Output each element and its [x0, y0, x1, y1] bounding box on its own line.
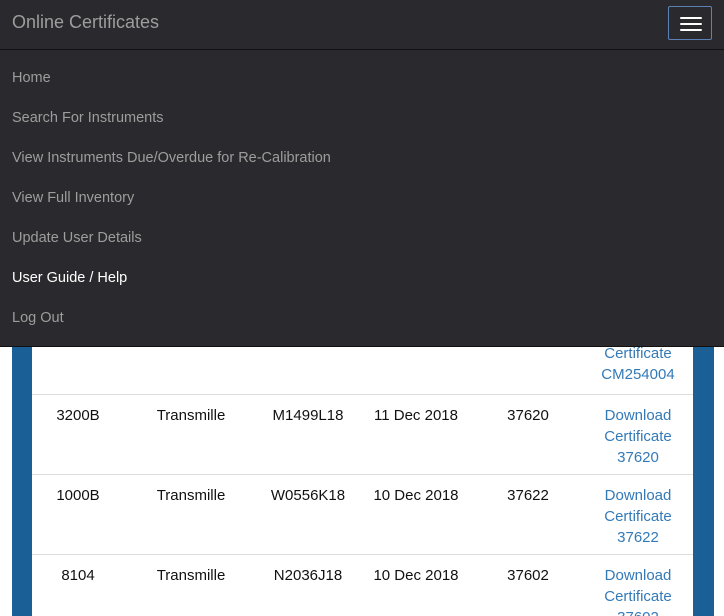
navbar-header: Online Certificates: [0, 0, 724, 50]
nav-item-log-out[interactable]: Log Out: [0, 298, 724, 338]
nav-menu: Home Search For Instruments View Instrum…: [0, 58, 724, 338]
cert-number-cell: 37620: [507, 407, 549, 424]
link-text: 37622: [617, 529, 659, 546]
navbar: Online Certificates Home Search For Inst…: [0, 0, 724, 347]
brand-link[interactable]: Online Certificates: [12, 12, 159, 33]
manufacturer-cell: Transmille: [156, 487, 226, 504]
link-text: 37620: [617, 449, 659, 466]
menu-toggle-button[interactable]: [668, 6, 712, 40]
link-text: Certificate: [604, 508, 672, 525]
table-row: 8104 Transmille N2036J18 10 Dec 2018 376…: [32, 554, 693, 616]
certificates-table: Certificate CM254004 3200B Transmille M1…: [32, 346, 693, 616]
hamburger-menu-icon: [680, 29, 702, 31]
link-text: CM254004: [601, 366, 675, 383]
cert-number-cell: 37622: [507, 487, 549, 504]
link-text: Download: [604, 487, 672, 504]
model-cell: 1000B: [56, 487, 100, 504]
manufacturer-cell: Transmille: [156, 407, 226, 424]
nav-item-due-overdue[interactable]: View Instruments Due/Overdue for Re-Cali…: [0, 138, 724, 178]
link-text: Certificate: [604, 588, 672, 605]
nav-item-full-inventory[interactable]: View Full Inventory: [0, 178, 724, 218]
date-cell: 11 Dec 2018: [374, 407, 458, 424]
nav-item-home[interactable]: Home: [0, 58, 724, 98]
link-text: Certificate: [604, 428, 672, 445]
download-certificate-link[interactable]: Download Certificate 37620: [592, 405, 684, 468]
download-certificate-link[interactable]: Download Certificate 37622: [592, 485, 684, 548]
table-row: 3200B Transmille M1499L18 11 Dec 2018 37…: [32, 394, 693, 474]
serial-cell: N2036J18: [273, 567, 343, 584]
table-row-partial: Certificate CM254004: [32, 346, 693, 394]
nav-item-user-guide[interactable]: User Guide / Help: [0, 258, 724, 298]
download-certificate-link[interactable]: Certificate CM254004: [592, 346, 684, 385]
date-cell: 10 Dec 2018: [373, 487, 459, 504]
date-cell: 10 Dec 2018: [373, 567, 459, 584]
nav-item-search-instruments[interactable]: Search For Instruments: [0, 98, 724, 138]
hamburger-menu-icon: [680, 23, 702, 25]
cert-number-cell: 37602: [507, 567, 549, 584]
serial-cell: W0556K18: [270, 487, 346, 504]
hamburger-menu-icon: [680, 17, 702, 19]
nav-item-update-user[interactable]: Update User Details: [0, 218, 724, 258]
link-text: Download: [604, 407, 672, 424]
link-text: Download: [604, 567, 672, 584]
link-text: Certificate: [604, 346, 672, 362]
table-row: 1000B Transmille W0556K18 10 Dec 2018 37…: [32, 474, 693, 554]
model-cell: 3200B: [56, 407, 100, 424]
link-text: 37602: [592, 607, 684, 616]
download-certificate-link[interactable]: Download Certificate 37602: [592, 565, 684, 616]
manufacturer-cell: Transmille: [156, 567, 226, 584]
model-cell: 8104: [61, 567, 95, 584]
serial-cell: M1499L18: [272, 407, 344, 424]
